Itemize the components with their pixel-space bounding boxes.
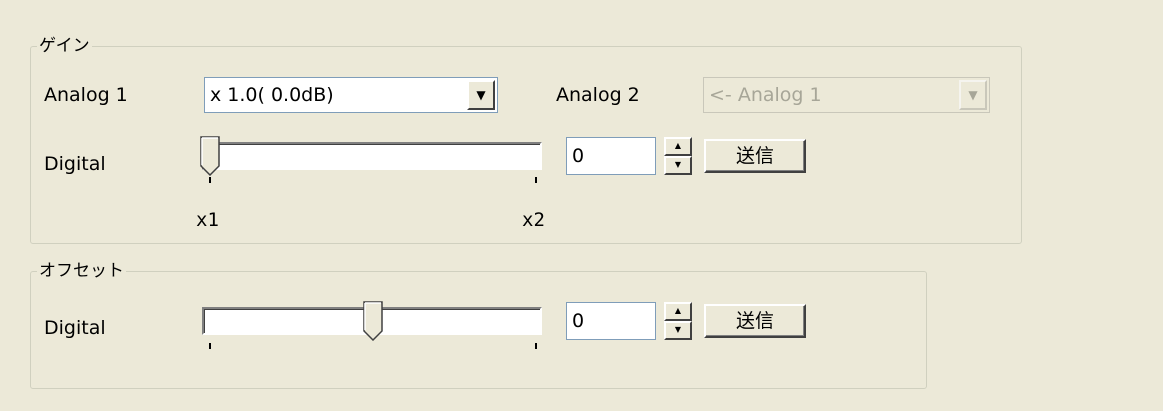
analog2-select: <- Analog 1 ▼	[703, 77, 990, 113]
offset-slider-thumb[interactable]	[363, 301, 383, 341]
gain-slider-max-label: x2	[522, 209, 545, 231]
offset-digital-label: Digital	[44, 317, 106, 339]
offset-slider-tick-max	[535, 343, 537, 349]
down-arrow-icon[interactable]: ▼	[664, 156, 692, 175]
up-arrow-icon[interactable]: ▲	[664, 302, 692, 321]
gain-slider-tick-min	[209, 177, 211, 183]
offset-value-input[interactable]: 0	[566, 302, 656, 340]
gain-value-input[interactable]: 0	[566, 137, 656, 175]
offset-spinner[interactable]: ▲ ▼	[664, 302, 692, 340]
gain-slider-min-label: x1	[196, 209, 219, 231]
chevron-down-icon: ▼	[959, 80, 987, 110]
gain-spinner[interactable]: ▲ ▼	[664, 137, 692, 175]
gain-slider-tick-max	[535, 177, 537, 183]
offset-send-button[interactable]: 送信	[704, 304, 806, 338]
down-arrow-icon[interactable]: ▼	[664, 321, 692, 340]
gain-value-text: 0	[572, 145, 585, 167]
offset-slider-tick-min	[209, 343, 211, 349]
analog1-select[interactable]: x 1.0( 0.0dB) ▼	[204, 77, 498, 113]
chevron-down-icon[interactable]: ▼	[467, 80, 495, 110]
analog1-label: Analog 1	[44, 84, 128, 106]
gain-slider-thumb[interactable]	[200, 136, 220, 176]
gain-digital-label: Digital	[44, 153, 106, 175]
gain-group-title: ゲイン	[37, 35, 92, 57]
gain-send-button[interactable]: 送信	[704, 139, 806, 173]
analog2-select-value: <- Analog 1	[709, 84, 822, 106]
offset-group-title: オフセット	[37, 260, 126, 282]
gain-digital-slider[interactable]	[202, 142, 542, 170]
analog1-select-value: x 1.0( 0.0dB)	[210, 84, 334, 106]
offset-value-text: 0	[572, 310, 585, 332]
up-arrow-icon[interactable]: ▲	[664, 137, 692, 156]
analog2-label: Analog 2	[556, 84, 640, 106]
